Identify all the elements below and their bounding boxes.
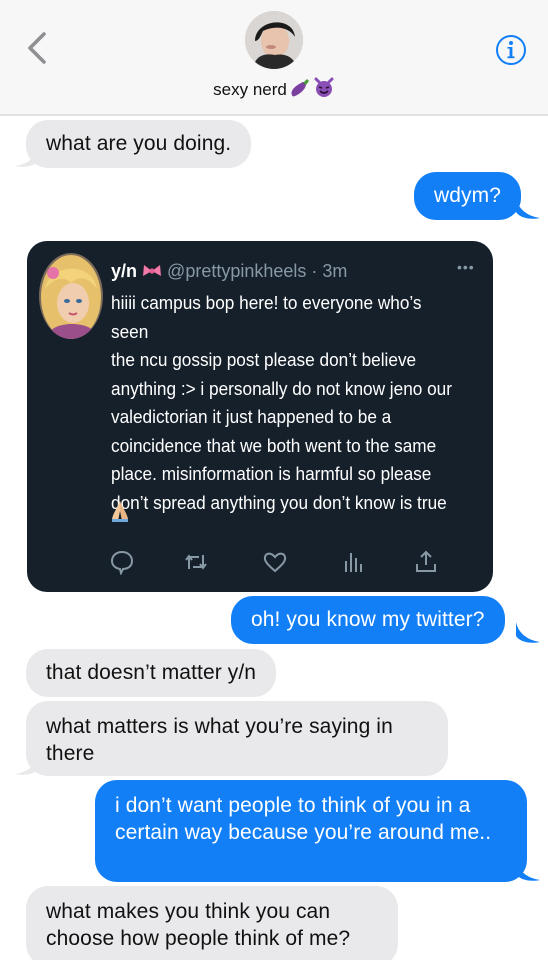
tweet-author-name: y/n (111, 261, 138, 281)
message-text: that doesn’t matter y/n (46, 661, 257, 684)
bubble-tail (516, 622, 540, 643)
incoming-message[interactable]: what makes you think you can choose how … (26, 886, 398, 960)
info-button[interactable] (495, 34, 527, 66)
message-text: what makes you think you can choose how … (46, 900, 351, 950)
contact-avatar[interactable] (245, 11, 303, 69)
ribbon-icon (142, 261, 162, 281)
tweet-avatar (39, 253, 103, 339)
tweet-handle: @prettypinkheels · 3m (167, 261, 348, 281)
eggplant-icon (289, 78, 311, 103)
tweet-actions (109, 549, 439, 579)
contact-name-text: sexy nerd (213, 80, 287, 99)
retweet-icon[interactable] (183, 549, 209, 575)
incoming-message[interactable]: what are you doing. (26, 120, 252, 168)
outgoing-message[interactable]: oh! you know my twitter? (231, 596, 505, 644)
tweet-more-icon: ••• (457, 259, 475, 275)
analytics-icon[interactable] (339, 549, 365, 575)
tweet-screenshot[interactable]: y/n @prettypinkheels · 3m ••• hiiii camp… (27, 241, 493, 592)
folded-hands-icon (112, 501, 128, 522)
reply-icon[interactable] (109, 549, 135, 575)
message-text: wdym? (434, 184, 502, 207)
imessage-screen: sexy nerd what are you doing. wdym? y/n … (0, 0, 548, 960)
tweet-text: hiiii campus bop here! to everyone who’s… (111, 292, 452, 513)
incoming-message[interactable]: that doesn’t matter y/n (26, 649, 277, 697)
contact-name[interactable]: sexy nerd (0, 76, 548, 103)
message-text: what matters is what you’re saying in th… (46, 715, 393, 765)
outgoing-message[interactable]: wdym? (414, 172, 522, 220)
message-text: i don’t want people to think of you in a… (115, 794, 492, 844)
share-icon[interactable] (413, 549, 439, 575)
devil-icon (313, 76, 335, 103)
back-chevron-icon (28, 32, 46, 64)
back-button[interactable] (22, 30, 54, 66)
conversation-header: sexy nerd (0, 0, 548, 116)
like-icon[interactable] (262, 549, 288, 575)
outgoing-message[interactable]: i don’t want people to think of you in a… (95, 780, 527, 882)
tweet-header: y/n @prettypinkheels · 3m (111, 261, 347, 282)
info-icon (496, 35, 526, 65)
incoming-message[interactable]: what matters is what you’re saying in th… (26, 701, 448, 776)
message-text: oh! you know my twitter? (251, 608, 485, 631)
message-text: what are you doing. (46, 132, 232, 155)
